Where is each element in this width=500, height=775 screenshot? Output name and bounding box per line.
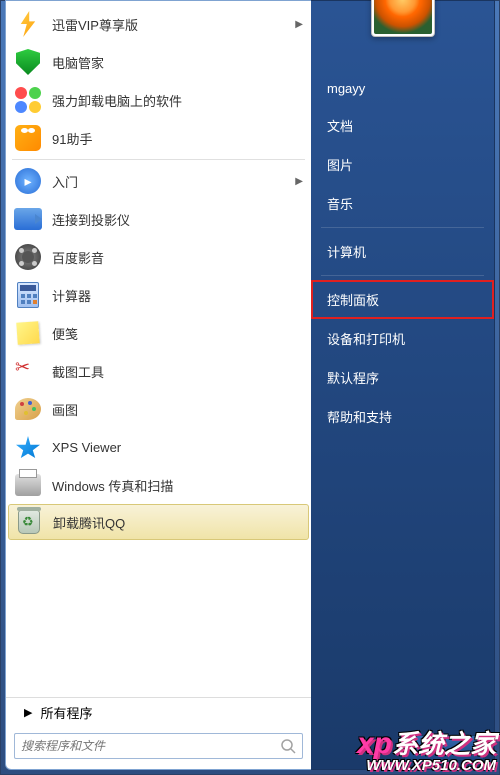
arrow-right-icon: ▶	[24, 706, 32, 719]
computer-item[interactable]: 计算机	[311, 232, 494, 271]
program-label: 强力卸载电脑上的软件	[52, 91, 303, 110]
program-paint[interactable]: 画图	[6, 390, 311, 428]
calculator-icon	[14, 281, 42, 309]
program-uninstall-qq[interactable]: 卸载腾讯QQ	[8, 504, 309, 540]
scissors-icon	[14, 357, 42, 385]
pictures-item[interactable]: 图片	[311, 145, 494, 184]
watermark-url: WWW.XP510.COM	[357, 759, 496, 773]
submenu-arrow-icon: ▶	[295, 176, 303, 187]
program-label: 画图	[52, 400, 303, 419]
program-xunlei[interactable]: 迅雷VIP尊享版 ▶	[6, 5, 311, 43]
program-91[interactable]: 91助手	[6, 119, 311, 157]
all-programs-button[interactable]: ▶ 所有程序	[6, 697, 311, 727]
program-list: 迅雷VIP尊享版 ▶ 电脑管家 强力卸载电脑上的软件 91助手 ▸ 入门 ▶	[6, 5, 311, 697]
recycle-bin-icon	[15, 508, 43, 536]
fax-icon	[14, 471, 42, 499]
default-programs-item[interactable]: 默认程序	[311, 358, 494, 397]
program-xps-viewer[interactable]: XPS Viewer	[6, 428, 311, 466]
watermark: xp系统之家 WWW.XP510.COM	[357, 730, 496, 773]
search-box[interactable]	[14, 733, 303, 759]
help-support-item[interactable]: 帮助和支持	[311, 397, 494, 436]
program-label: 入门	[52, 172, 295, 191]
submenu-arrow-icon: ▶	[295, 19, 303, 30]
program-sticky-notes[interactable]: 便笺	[6, 314, 311, 352]
right-panel: mgayy 文档 图片 音乐 计算机 控制面板 设备和打印机 默认程序 帮助和支…	[311, 0, 495, 770]
program-label: 百度影音	[52, 248, 303, 267]
program-label: 91助手	[52, 129, 303, 148]
all-programs-label: 所有程序	[40, 703, 92, 722]
program-label: 计算器	[52, 286, 303, 305]
music-item[interactable]: 音乐	[311, 184, 494, 223]
program-uninstall[interactable]: 强力卸载电脑上的软件	[6, 81, 311, 119]
program-label: 连接到投影仪	[52, 210, 303, 229]
getting-started-icon: ▸	[14, 167, 42, 195]
start-menu: 迅雷VIP尊享版 ▶ 电脑管家 强力卸载电脑上的软件 91助手 ▸ 入门 ▶	[5, 0, 495, 770]
program-label: 卸载腾讯QQ	[53, 513, 302, 532]
avatar-image	[374, 0, 432, 34]
shield-icon	[14, 48, 42, 76]
app-91-icon	[14, 124, 42, 152]
program-label: 便笺	[52, 324, 303, 343]
clover-icon	[14, 86, 42, 114]
documents-item[interactable]: 文档	[311, 106, 494, 145]
divider	[12, 159, 305, 160]
projector-icon	[14, 205, 42, 233]
program-snipping-tool[interactable]: 截图工具	[6, 352, 311, 390]
left-panel: 迅雷VIP尊享版 ▶ 电脑管家 强力卸载电脑上的软件 91助手 ▸ 入门 ▶	[5, 0, 311, 770]
search-icon	[280, 738, 296, 754]
program-label: 电脑管家	[52, 53, 303, 72]
program-projector[interactable]: 连接到投影仪	[6, 200, 311, 238]
program-label: XPS Viewer	[52, 440, 303, 455]
control-panel-item[interactable]: 控制面板	[311, 280, 494, 319]
program-label: 迅雷VIP尊享版	[52, 15, 295, 34]
program-label: Windows 传真和扫描	[52, 476, 303, 495]
thunder-icon	[14, 10, 42, 38]
separator	[321, 275, 484, 276]
film-reel-icon	[14, 243, 42, 271]
devices-printers-item[interactable]: 设备和打印机	[311, 319, 494, 358]
program-pc-manager[interactable]: 电脑管家	[6, 43, 311, 81]
sticky-notes-icon	[14, 319, 42, 347]
watermark-prefix: xp	[357, 727, 392, 760]
program-fax-scan[interactable]: Windows 传真和扫描	[6, 466, 311, 504]
paint-palette-icon	[14, 395, 42, 423]
program-label: 截图工具	[52, 362, 303, 381]
watermark-text: 系统之家	[392, 729, 496, 759]
program-getting-started[interactable]: ▸ 入门 ▶	[6, 162, 311, 200]
separator	[321, 227, 484, 228]
user-avatar[interactable]	[371, 0, 435, 37]
program-baidu-player[interactable]: 百度影音	[6, 238, 311, 276]
xps-icon	[14, 433, 42, 461]
program-calculator[interactable]: 计算器	[6, 276, 311, 314]
user-name-item[interactable]: mgayy	[311, 71, 494, 106]
search-input[interactable]	[21, 739, 280, 753]
